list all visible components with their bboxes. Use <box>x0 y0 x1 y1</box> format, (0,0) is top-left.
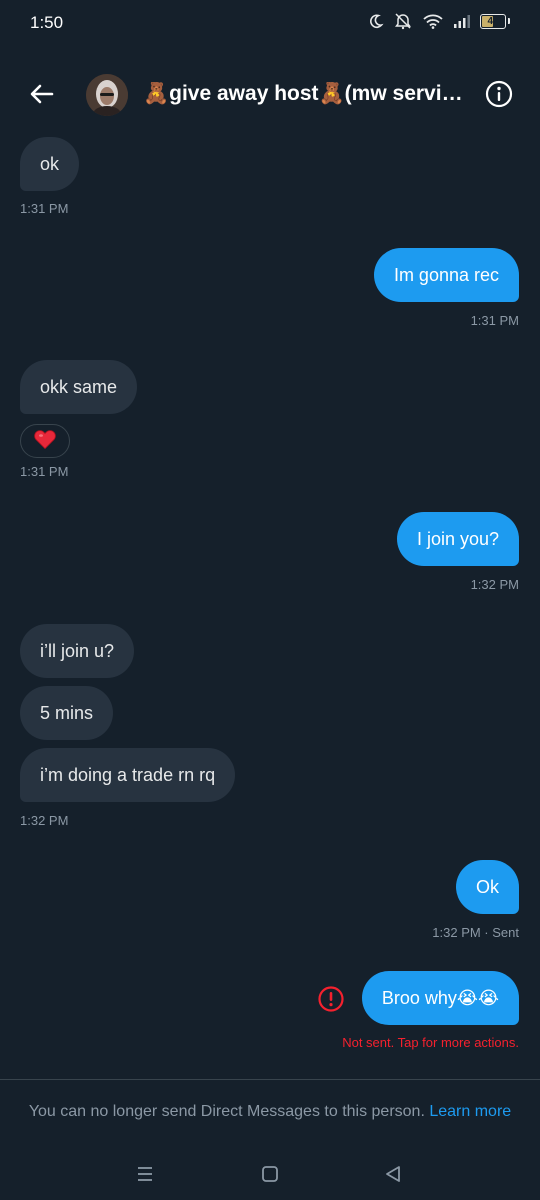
conversation-title[interactable]: 🧸give away host🧸(mw service o... <box>143 82 473 106</box>
avatar[interactable] <box>86 74 128 116</box>
message-bubble-outgoing[interactable]: Ok <box>455 860 519 914</box>
menu-icon[interactable] <box>133 1162 157 1186</box>
mute-icon <box>393 12 413 30</box>
signal-icon <box>453 14 471 28</box>
message-bubble-incoming[interactable]: okk same <box>20 360 138 414</box>
message-status: 1:32 PM · Sent <box>432 925 519 940</box>
heart-icon <box>33 428 57 455</box>
message-timestamp: 1:31 PM <box>470 313 519 328</box>
system-nav-bar <box>0 1148 540 1200</box>
message-bubble-incoming[interactable]: 5 mins <box>20 686 114 740</box>
message-bubble-incoming[interactable]: ok <box>20 137 80 191</box>
message-bubble-outgoing[interactable]: I join you? <box>396 512 519 566</box>
message-bubble-outgoing[interactable]: Im gonna rec <box>373 248 519 302</box>
message-timestamp: 1:31 PM <box>20 464 69 479</box>
message-bubble-outgoing-failed[interactable]: Broo why😭😭 <box>361 971 519 1025</box>
message-bubble-incoming[interactable]: i’ll join u? <box>20 624 135 678</box>
wifi-icon <box>422 13 444 29</box>
moon-icon <box>368 13 384 29</box>
battery-tip <box>508 18 510 24</box>
home-icon[interactable] <box>258 1162 282 1186</box>
info-icon[interactable] <box>484 79 514 109</box>
footer-divider <box>0 1079 540 1080</box>
error-icon[interactable] <box>317 985 345 1013</box>
dm-disabled-text: You can no longer send Direct Messages t… <box>28 1103 425 1120</box>
message-timestamp: 1:32 PM <box>20 813 69 828</box>
dm-disabled-notice: You can no longer send Direct Messages t… <box>0 1103 540 1121</box>
conversation-header: 🧸give away host🧸(mw service o... <box>0 64 540 126</box>
arrow-left-icon[interactable] <box>26 78 58 110</box>
heart-reaction[interactable] <box>20 424 70 458</box>
message-timestamp: 1:32 PM <box>470 577 519 592</box>
learn-more-link[interactable]: Learn more <box>429 1103 511 1120</box>
status-bar: 1:50 47 <box>0 0 540 48</box>
back-triangle-icon[interactable] <box>381 1162 405 1186</box>
message-timestamp: 1:31 PM <box>20 201 69 216</box>
battery-icon: 47 <box>480 13 506 29</box>
not-sent-notice[interactable]: Not sent. Tap for more actions. <box>342 1035 519 1050</box>
battery-level: 47 <box>487 15 499 27</box>
status-time: 1:50 <box>30 13 64 32</box>
status-icons: 47 <box>368 12 510 30</box>
dm-conversation-screen: 1:50 47 🧸give away host🧸(mw service o...… <box>0 0 540 1200</box>
message-bubble-incoming[interactable]: i’m doing a trade rn rq <box>20 748 236 802</box>
